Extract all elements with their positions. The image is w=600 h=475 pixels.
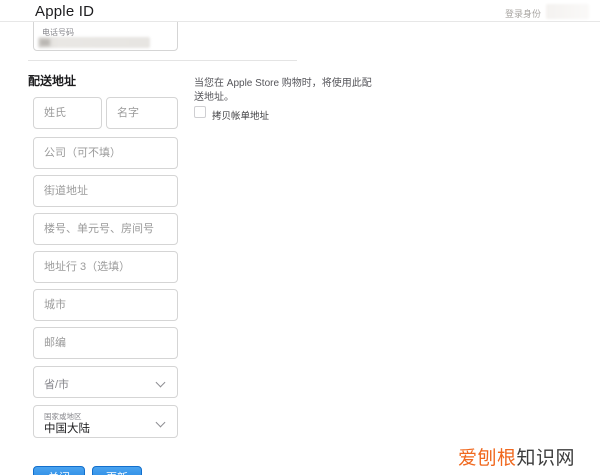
copy-billing-address-checkbox[interactable] (194, 106, 206, 118)
redacted-phone-value (38, 37, 150, 48)
watermark-rest: 知识网 (516, 448, 576, 469)
shipping-address-title: 配送地址 (28, 74, 77, 88)
header-bar: Apple ID 登录身份 (0, 0, 600, 22)
login-identity-label: 登录身份 (505, 9, 542, 19)
copy-billing-address-label: 拷贝帐单地址 (212, 111, 270, 122)
close-button[interactable]: 关闭 (33, 466, 85, 475)
apple-id-settings-page: 电话号码 Apple ID 登录身份 配送地址 当您在 Apple Store … (0, 0, 600, 475)
country-region-select[interactable]: 国家或地区 中国大陆 (33, 405, 178, 438)
country-region-value: 中国大陆 (44, 423, 90, 435)
company-input[interactable] (33, 137, 178, 169)
update-button[interactable]: 更新 (92, 466, 142, 475)
first-name-input[interactable] (106, 97, 178, 129)
section-divider (28, 60, 297, 61)
zip-code-input[interactable] (33, 327, 178, 359)
redacted-login-identity (546, 4, 589, 19)
city-input[interactable] (33, 289, 178, 321)
shipping-address-note: 当您在 Apple Store 购物时，将使用此配送地址。 (194, 78, 372, 103)
page-title: Apple ID (35, 3, 95, 20)
address-line3-input[interactable] (33, 251, 178, 283)
chevron-down-icon (157, 379, 164, 386)
province-select[interactable]: 省/市 (33, 366, 178, 398)
province-select-placeholder: 省/市 (44, 379, 70, 391)
street-address-input[interactable] (33, 175, 178, 207)
last-name-input[interactable] (33, 97, 102, 129)
site-watermark: 爱刨根知识网 (458, 443, 575, 470)
watermark-highlight: 爱刨根 (458, 448, 517, 469)
building-unit-room-input[interactable] (33, 213, 178, 245)
chevron-down-icon (157, 419, 164, 426)
